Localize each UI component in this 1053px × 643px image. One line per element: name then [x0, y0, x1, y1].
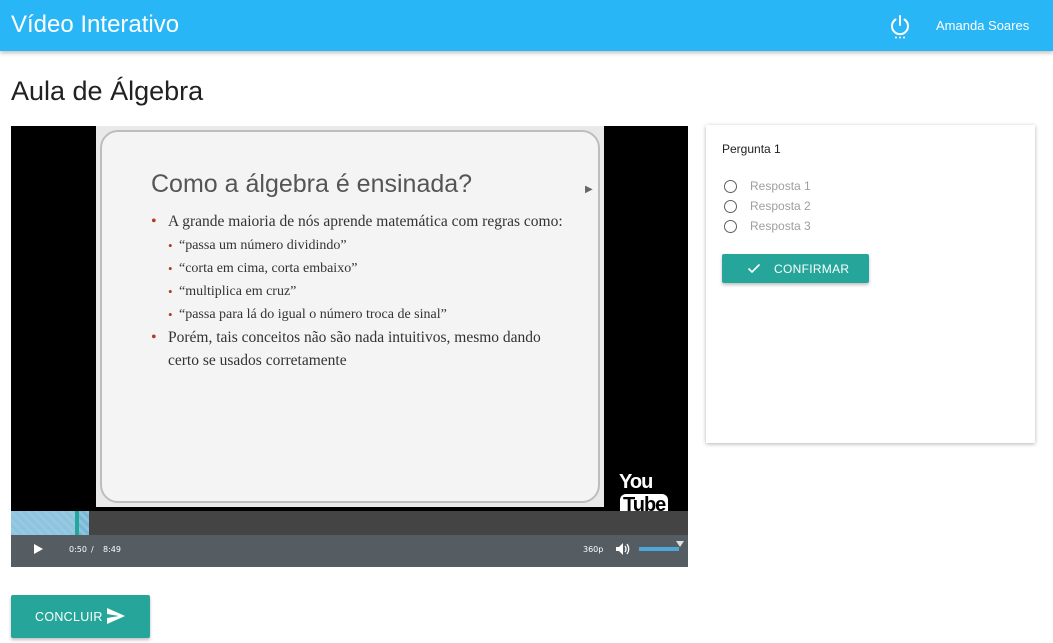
page-title: Aula de Álgebra — [11, 76, 204, 106]
slide-sub-bullet: “passa para lá do igual o número troca d… — [151, 303, 571, 326]
finish-label: CONCLUIR — [35, 610, 103, 624]
send-icon — [107, 608, 125, 624]
youtube-logo-you: You — [619, 471, 653, 493]
answer-label: Resposta 1 — [750, 179, 811, 193]
duration: 8:49 — [103, 545, 121, 554]
question-title: Pergunta 1 — [722, 142, 781, 156]
slide-bullet: A grande maioria de nós aprende matemáti… — [151, 210, 571, 233]
confirm-button[interactable]: CONFIRMAR — [722, 254, 869, 283]
user-menu[interactable]: Amanda Soares — [936, 18, 1029, 33]
power-icon[interactable] — [888, 13, 912, 39]
finish-button[interactable]: CONCLUIR — [11, 595, 150, 638]
slide-bullet-list: A grande maioria de nós aprende matemáti… — [151, 210, 571, 373]
top-app-bar: Vídeo Interativo Amanda Soares — [0, 0, 1053, 51]
radio-button[interactable] — [724, 180, 737, 193]
volume-slider[interactable] — [639, 547, 679, 551]
slide-heading: Como a álgebra é ensinada? — [151, 170, 473, 198]
answer-label: Resposta 3 — [750, 219, 811, 233]
question-card: Pergunta 1 Resposta 1 Resposta 2 Respost… — [706, 125, 1035, 443]
volume-icon[interactable] — [614, 541, 632, 557]
app-title: Vídeo Interativo — [11, 11, 180, 38]
time-separator: / — [91, 545, 94, 554]
player-controls: 0:50 / 8:49 360p — [11, 535, 688, 567]
confirm-label: CONFIRMAR — [774, 262, 850, 276]
slide-sub-bullet: “multiplica em cruz” — [151, 280, 571, 303]
answer-label: Resposta 2 — [750, 199, 811, 213]
played-bar — [11, 511, 75, 535]
radio-button[interactable] — [724, 200, 737, 213]
check-icon — [747, 263, 761, 274]
volume-knob[interactable] — [676, 541, 684, 547]
seek-handle[interactable] — [74, 511, 79, 535]
video-player[interactable]: Como a álgebra é ensinada? ▶ A grande ma… — [11, 126, 688, 567]
slide-sub-bullet: “corta em cima, corta embaixo” — [151, 257, 571, 280]
slide-bullet: Porém, tais conceitos não são nada intui… — [151, 326, 571, 372]
seek-bar[interactable] — [11, 511, 688, 535]
slide-sub-bullet: “passa um número dividindo” — [151, 234, 571, 257]
radio-button[interactable] — [724, 220, 737, 233]
mouse-cursor-icon: ▶ — [585, 184, 593, 195]
volume-level — [639, 547, 679, 551]
quality-selector[interactable]: 360p — [583, 545, 603, 554]
video-frame: Como a álgebra é ensinada? ▶ A grande ma… — [96, 126, 604, 507]
current-time: 0:50 — [69, 545, 87, 554]
play-icon[interactable] — [34, 544, 43, 554]
